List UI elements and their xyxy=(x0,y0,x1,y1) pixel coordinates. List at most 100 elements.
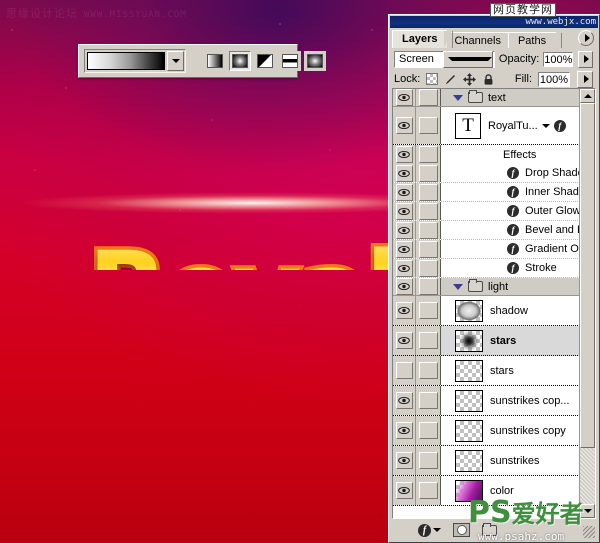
layer-row-body[interactable]: light xyxy=(441,278,580,295)
palette-tab-strip[interactable]: Layers Channels Paths xyxy=(389,29,599,48)
link-cell[interactable] xyxy=(416,278,441,295)
link-cell[interactable] xyxy=(416,107,441,144)
layer-row-body[interactable]: sunstrikes xyxy=(441,446,580,475)
eye-icon[interactable] xyxy=(395,221,413,239)
eye-icon-off[interactable] xyxy=(395,362,413,379)
layer-row-body[interactable]: T RoyalTu... f xyxy=(441,107,580,144)
visibility-cell[interactable] xyxy=(393,202,416,220)
eye-icon[interactable] xyxy=(395,117,413,134)
resize-grip[interactable] xyxy=(583,526,595,538)
visibility-cell[interactable] xyxy=(393,446,416,475)
eye-icon[interactable] xyxy=(395,89,413,106)
layer-thumbnail[interactable] xyxy=(455,359,483,382)
link-cell[interactable] xyxy=(416,416,441,445)
visibility-cell[interactable] xyxy=(393,476,416,505)
layer-row-stars-hidden[interactable]: stars xyxy=(393,356,580,386)
link-cell[interactable] xyxy=(416,164,441,182)
eye-icon[interactable] xyxy=(395,422,413,439)
visibility-cell[interactable] xyxy=(393,183,416,201)
palette-footer-toolbar[interactable]: f xyxy=(392,521,596,539)
layer-row-body[interactable]: f Outer Glow xyxy=(441,202,580,220)
layer-row-effect-gradient-overlay[interactable]: f Gradient Overl... xyxy=(393,240,580,259)
link-box[interactable] xyxy=(418,422,438,439)
link-cell[interactable] xyxy=(416,202,441,220)
layer-row-effect-bevel-and-emboss[interactable]: f Bevel and Embo... xyxy=(393,221,580,240)
layer-name[interactable]: sunstrikes cop... xyxy=(490,395,569,407)
gradient-preview-swatch[interactable] xyxy=(87,52,165,70)
layer-row-body[interactable]: color xyxy=(441,476,580,505)
link-box[interactable] xyxy=(418,362,438,379)
scroll-up-button[interactable] xyxy=(580,89,595,103)
layer-row-body[interactable]: f Drop Shadow xyxy=(441,164,580,182)
visibility-cell[interactable] xyxy=(393,221,416,239)
layer-row-body[interactable]: stars xyxy=(441,326,580,355)
new-group-button[interactable] xyxy=(482,522,497,536)
link-box[interactable] xyxy=(418,183,438,201)
radial-gradient-button[interactable] xyxy=(229,51,251,71)
link-box[interactable] xyxy=(418,221,438,239)
angle-gradient-button[interactable] xyxy=(254,51,276,71)
visibility-cell[interactable] xyxy=(393,278,416,295)
link-cell[interactable] xyxy=(416,356,441,385)
link-box[interactable] xyxy=(418,202,438,220)
link-box[interactable] xyxy=(418,452,438,469)
eye-icon[interactable] xyxy=(395,202,413,220)
lock-position-move-icon[interactable] xyxy=(463,72,477,86)
layer-thumbnail[interactable] xyxy=(455,329,483,352)
visibility-cell[interactable] xyxy=(393,89,416,106)
lock-transparency-icon[interactable] xyxy=(426,73,439,85)
link-cell[interactable] xyxy=(416,296,441,325)
layers-scrollbar[interactable] xyxy=(579,89,595,518)
layer-name[interactable]: Drop Shadow xyxy=(525,167,580,179)
layer-row-sunstrikes-cop[interactable]: sunstrikes cop... xyxy=(393,386,580,416)
gradient-options-toolbar[interactable] xyxy=(78,44,326,78)
layer-row-body[interactable]: stars xyxy=(441,356,580,385)
eye-icon[interactable] xyxy=(395,302,413,319)
layers-list-viewport[interactable]: text T RoyalTu... f Effects f Drop Shad … xyxy=(392,88,596,519)
layer-name[interactable]: light xyxy=(488,281,508,293)
layer-row-body[interactable]: f Stroke xyxy=(441,259,580,277)
scroll-down-button[interactable] xyxy=(580,504,595,518)
eye-icon[interactable] xyxy=(395,259,413,277)
layer-name[interactable]: Bevel and Embo... xyxy=(525,224,580,236)
visibility-cell[interactable] xyxy=(393,326,416,355)
eye-icon[interactable] xyxy=(395,278,413,295)
tab-layers[interactable]: Layers xyxy=(392,30,454,48)
link-box[interactable] xyxy=(418,240,438,258)
link-box[interactable] xyxy=(418,302,438,319)
link-box[interactable] xyxy=(418,89,438,106)
lock-all-padlock-icon[interactable] xyxy=(482,73,495,86)
visibility-cell[interactable] xyxy=(393,296,416,325)
layer-name[interactable]: sunstrikes xyxy=(490,455,540,467)
layer-row-body[interactable]: f Bevel and Embo... xyxy=(441,221,580,239)
eye-icon[interactable] xyxy=(395,240,413,258)
gradient-dropdown-button[interactable] xyxy=(167,51,184,71)
blend-mode-select[interactable]: Screen xyxy=(394,50,495,68)
add-layer-style-button[interactable]: f xyxy=(418,523,441,537)
layer-name[interactable]: Gradient Overl... xyxy=(525,243,580,255)
layer-name[interactable]: color xyxy=(490,485,514,497)
fill-slider-button[interactable] xyxy=(577,70,593,88)
eye-icon[interactable] xyxy=(395,392,413,409)
link-box[interactable] xyxy=(418,164,438,182)
layer-row-body[interactable]: f Gradient Overl... xyxy=(441,240,580,258)
layer-row-body[interactable]: Effects xyxy=(441,145,580,164)
link-box[interactable] xyxy=(418,278,438,295)
fx-icon[interactable]: f xyxy=(553,119,566,132)
layer-name[interactable]: stars xyxy=(490,365,514,377)
reflected-gradient-button[interactable] xyxy=(279,51,301,71)
eye-icon[interactable] xyxy=(395,164,413,182)
eye-icon[interactable] xyxy=(395,332,413,349)
layer-thumbnail[interactable] xyxy=(455,479,483,502)
layer-thumbnail[interactable] xyxy=(455,449,483,472)
layer-name[interactable]: shadow xyxy=(490,305,528,317)
gradient-type-group[interactable] xyxy=(204,51,326,71)
chevron-down-icon[interactable] xyxy=(541,123,550,128)
visibility-cell[interactable] xyxy=(393,145,416,164)
layer-row-body[interactable]: sunstrikes copy xyxy=(441,416,580,445)
visibility-cell[interactable] xyxy=(393,240,416,258)
layers-palette[interactable]: www.webjx.com Layers Channels Paths Scre… xyxy=(388,14,600,543)
scrollbar-track[interactable] xyxy=(580,448,595,504)
diamond-gradient-button[interactable] xyxy=(304,51,326,71)
visibility-cell[interactable] xyxy=(393,416,416,445)
